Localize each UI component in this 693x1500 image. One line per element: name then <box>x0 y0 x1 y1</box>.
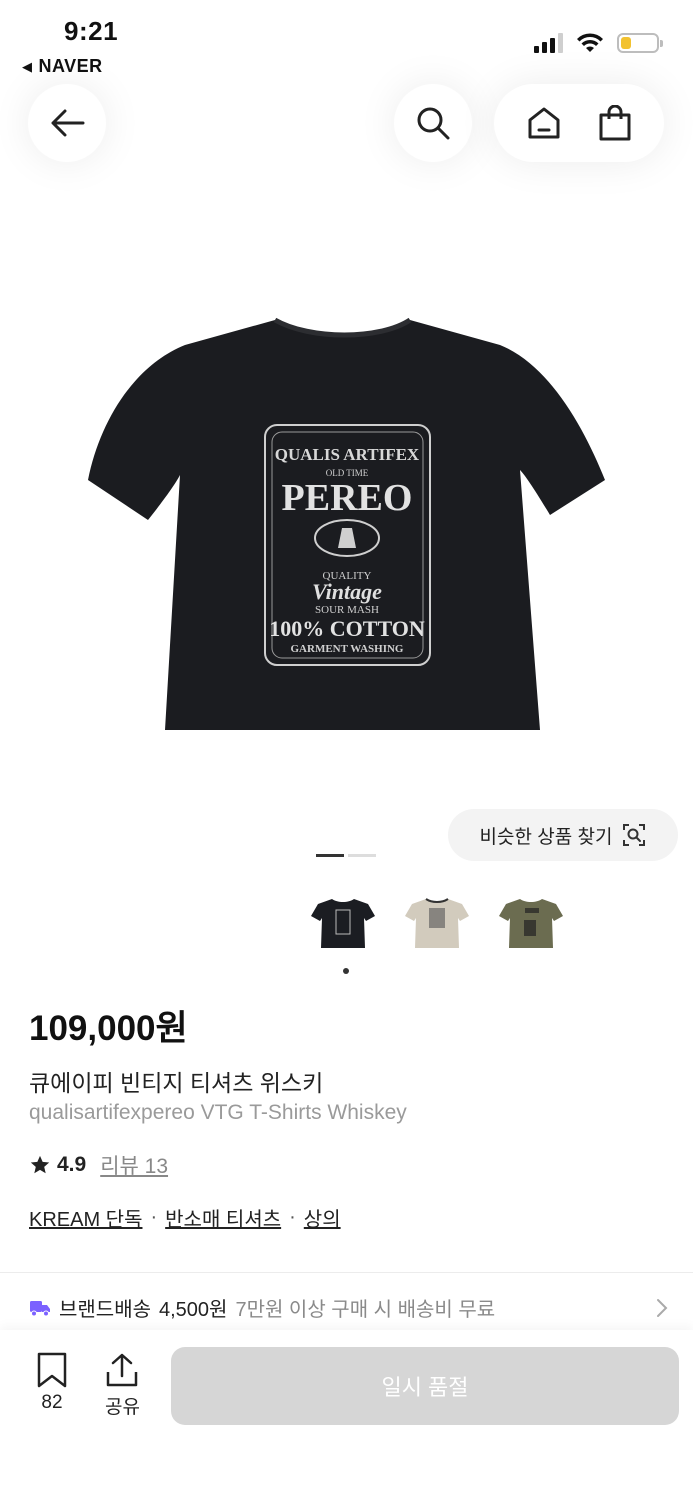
bookmark-icon <box>37 1352 67 1388</box>
shipping-label: 브랜드배송 <box>59 1299 151 1321</box>
rating-row: 4.9 리뷰 13 <box>29 1150 168 1180</box>
category-breadcrumb: KREAM 단독 · 반소매 티셔츠 · 상의 <box>29 1203 341 1232</box>
product-name-korean: 큐에이피 빈티지 티셔츠 위스키 <box>29 1070 324 1096</box>
color-thumbnails <box>308 888 566 958</box>
bottom-action-bar: 82 공유 일시 품절 <box>0 1330 693 1500</box>
product-price: 109,000원 <box>29 1009 188 1048</box>
image-pager <box>316 854 376 857</box>
shirt-print-line7: 100% COTTON <box>269 616 425 641</box>
sold-out-button[interactable]: 일시 품절 <box>171 1347 679 1425</box>
category-link-kream-exclusive[interactable]: KREAM 단독 <box>29 1203 142 1232</box>
thumbnail-olive-tee[interactable] <box>496 888 566 958</box>
reviews-link[interactable]: 리뷰 13 <box>100 1150 168 1180</box>
product-image[interactable]: QUALIS ARTIFEX OLD TIME PEREO QUALITY Vi… <box>80 300 610 740</box>
shopping-bag-icon <box>599 105 631 141</box>
share-icon <box>107 1353 138 1387</box>
category-link-tops[interactable]: 상의 <box>304 1203 341 1232</box>
status-time: 9:21 <box>64 16 119 46</box>
thumbnail-black-tee[interactable] <box>308 888 378 958</box>
pager-segment-active <box>316 854 344 857</box>
shipping-note: 7만원 이상 구매 시 배송비 무료 <box>235 1299 496 1321</box>
home-indicator <box>230 1482 462 1488</box>
tshirt-thumbnail-icon <box>405 898 469 948</box>
category-separator: · <box>150 1206 158 1228</box>
pager-segment <box>348 854 376 857</box>
category-separator: · <box>289 1206 296 1228</box>
chevron-right-icon <box>657 1298 668 1317</box>
home-button[interactable] <box>526 106 562 140</box>
battery-icon <box>617 33 663 53</box>
battery-level <box>621 37 632 49</box>
shirt-print-line3: PEREO <box>282 477 413 519</box>
arrow-left-icon <box>51 109 85 137</box>
shipping-fee: 4,500원 <box>159 1299 228 1321</box>
find-similar-button[interactable]: 비슷한 상품 찾기 <box>448 809 678 861</box>
wifi-icon <box>577 33 603 52</box>
back-triangle-icon: ◀ <box>22 58 33 74</box>
visual-search-icon <box>623 824 646 846</box>
thumbnail-cream-tee[interactable] <box>402 888 472 958</box>
home-icon <box>528 107 560 139</box>
find-similar-label: 비슷한 상품 찾기 <box>479 826 613 848</box>
thumbnail-selected-indicator <box>343 968 349 974</box>
shirt-print-line1: QUALIS ARTIFEX <box>275 445 420 464</box>
search-icon <box>417 107 450 140</box>
back-button[interactable] <box>28 84 106 162</box>
cart-button[interactable] <box>598 105 632 141</box>
shirt-print-line6: SOUR MASH <box>315 604 379 616</box>
product-name-english: qualisartifexpereo VTG T-Shirts Whiskey <box>29 1101 407 1124</box>
share-label: 공유 <box>105 1397 140 1418</box>
category-link-short-sleeve[interactable]: 반소매 티셔츠 <box>165 1203 281 1232</box>
delivery-truck-icon <box>30 1300 50 1316</box>
back-to-app-link[interactable]: ◀ NAVER <box>22 56 103 77</box>
shirt-print-line5: Vintage <box>312 579 382 604</box>
bookmark-count: 82 <box>41 1392 63 1413</box>
shirt-print-line8: GARMENT WASHING <box>291 643 404 655</box>
back-app-label: NAVER <box>38 56 103 76</box>
share-button[interactable]: 공유 <box>105 1352 140 1419</box>
bookmark-button[interactable]: 82 <box>36 1352 68 1414</box>
cellular-signal-icon <box>534 33 563 53</box>
status-indicators <box>534 32 663 54</box>
shipping-info-row[interactable]: 브랜드배송 4,500원 7만원 이상 구매 시 배송비 무료 <box>29 1293 669 1322</box>
tshirt-thumbnail-icon <box>499 899 563 948</box>
rating-score: 4.9 <box>57 1153 87 1176</box>
star-icon <box>30 1155 50 1174</box>
tshirt-thumbnail-icon <box>311 899 375 948</box>
nav-actions-group <box>494 84 664 162</box>
section-divider <box>0 1272 693 1273</box>
search-button[interactable] <box>394 84 472 162</box>
